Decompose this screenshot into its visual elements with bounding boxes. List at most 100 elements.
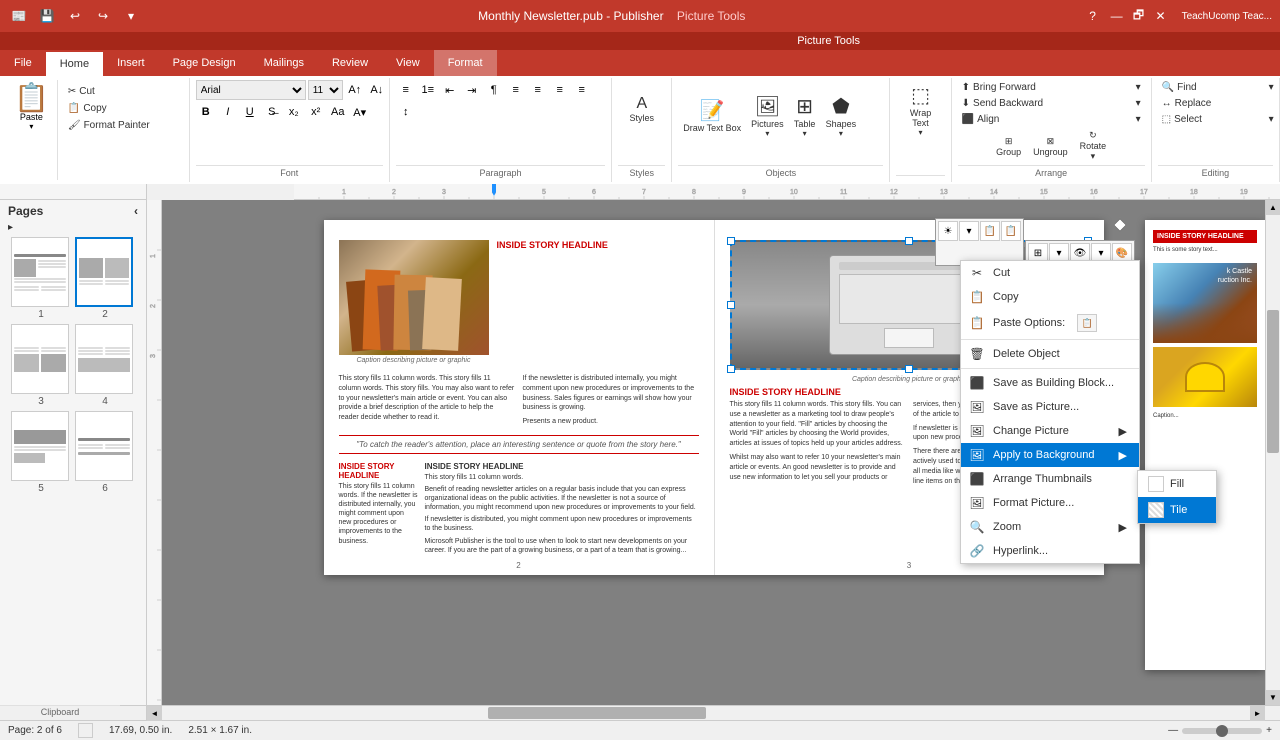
ctx-cut[interactable]: ✂ Cut: [961, 261, 1139, 285]
group-button[interactable]: ⊞Group: [991, 127, 1026, 165]
shapes-button[interactable]: ⬟ Shapes ▾: [821, 87, 862, 145]
restore-button[interactable]: 🗗: [1130, 7, 1148, 25]
collapse-pages-button[interactable]: ‹: [134, 204, 138, 218]
page-thumb-5[interactable]: 5: [11, 411, 71, 494]
scroll-up-button[interactable]: ▲: [1266, 200, 1280, 215]
align-right-button[interactable]: ≡: [550, 80, 570, 100]
undo-button[interactable]: ↩: [64, 5, 86, 27]
page-thumb-img-6[interactable]: [75, 411, 133, 481]
ctx-format-picture[interactable]: 🖼 Format Picture...: [961, 491, 1139, 515]
zoom-slider[interactable]: [1182, 728, 1262, 734]
tab-insert[interactable]: Insert: [103, 50, 159, 76]
ft-copy-button[interactable]: 📋: [980, 221, 1000, 241]
ctx-change-picture[interactable]: 🖼 Change Picture ▶: [961, 419, 1139, 443]
numbering-button[interactable]: 1≡: [418, 80, 438, 100]
ctx-zoom[interactable]: 🔍 Zoom ▶: [961, 515, 1139, 539]
left-page-image[interactable]: Caption describing picture or graphic: [339, 240, 489, 370]
table-button[interactable]: ⊞ Table ▾: [789, 87, 821, 145]
page-thumb-img-3[interactable]: [11, 324, 69, 394]
page-thumb-4[interactable]: 4: [75, 324, 135, 407]
strikethrough-button[interactable]: S̶: [262, 102, 282, 122]
copy-button[interactable]: 📋Copy: [64, 101, 184, 116]
change-case-button[interactable]: Aa: [328, 102, 348, 122]
format-painter-button[interactable]: 🖌Format Painter: [64, 118, 184, 133]
increase-indent-button[interactable]: ⇥: [462, 80, 482, 100]
tab-home[interactable]: Home: [46, 50, 103, 76]
font-family-select[interactable]: Arial: [196, 80, 306, 100]
decrease-indent-button[interactable]: ⇤: [440, 80, 460, 100]
find-button[interactable]: 🔍Find▾: [1158, 80, 1278, 95]
font-color-button[interactable]: A▾: [350, 102, 370, 122]
sub-fill[interactable]: Fill: [1138, 471, 1216, 497]
minimize-button[interactable]: —: [1108, 7, 1126, 25]
ctx-paste-options[interactable]: 📋 Paste Options: 📋: [961, 309, 1139, 337]
ctx-apply-background[interactable]: 🖼 Apply to Background ▶: [961, 443, 1139, 467]
h-scroll-thumb[interactable]: [488, 707, 706, 719]
ctx-hyperlink[interactable]: 🔗 Hyperlink...: [961, 539, 1139, 563]
bold-button[interactable]: B: [196, 102, 216, 122]
rotate-button[interactable]: ↻Rotate▾: [1075, 127, 1112, 165]
superscript-button[interactable]: x²: [306, 102, 326, 122]
page-thumb-img-2[interactable]: [75, 237, 133, 307]
draw-text-box-button[interactable]: 📝 Draw Text Box: [678, 87, 746, 145]
paste-button[interactable]: 📋 Paste ▾: [6, 80, 58, 180]
tab-page-design[interactable]: Page Design: [159, 50, 250, 76]
subscript-button[interactable]: x₂: [284, 102, 304, 122]
tab-view[interactable]: View: [382, 50, 434, 76]
page-thumb-3[interactable]: 3: [11, 324, 71, 407]
bullets-button[interactable]: ≡: [396, 80, 416, 100]
ungroup-button[interactable]: ⊠Ungroup: [1028, 127, 1073, 165]
vertical-scrollbar[interactable]: ▲ ▼: [1265, 200, 1280, 705]
replace-button[interactable]: ↔Replace: [1158, 96, 1278, 111]
zoom-in-button[interactable]: +: [1266, 725, 1272, 736]
ft-sun-button[interactable]: ☀: [938, 221, 958, 241]
styles-button[interactable]: A Styles: [625, 80, 660, 138]
tab-format[interactable]: Format: [434, 50, 497, 76]
select-button[interactable]: ⬚Select▾: [1158, 112, 1278, 127]
ctx-save-picture[interactable]: 🖼 Save as Picture...: [961, 395, 1139, 419]
tab-review[interactable]: Review: [318, 50, 382, 76]
sub-tile[interactable]: Tile: [1138, 497, 1216, 523]
ctx-arrange-thumbnails[interactable]: ⬛ Arrange Thumbnails: [961, 467, 1139, 491]
page-thumb-img-4[interactable]: [75, 324, 133, 394]
scroll-thumb[interactable]: [1267, 310, 1279, 453]
justify-button[interactable]: ≡: [572, 80, 592, 100]
page-thumb-6[interactable]: 6: [75, 411, 135, 494]
ctx-save-building-block[interactable]: ⬛ Save as Building Block...: [961, 371, 1139, 395]
tab-file[interactable]: File: [0, 50, 46, 76]
scroll-left-button[interactable]: ◄: [147, 706, 162, 721]
ft-dropdown1[interactable]: ▾: [959, 221, 979, 241]
page-thumb-img-5[interactable]: [11, 411, 69, 481]
line-spacing-button[interactable]: ↕: [396, 102, 416, 122]
page-thumb-1[interactable]: 1: [11, 237, 71, 320]
wrap-text-button[interactable]: ⬚ Wrap Text ▾: [896, 80, 944, 140]
zoom-thumb[interactable]: [1216, 725, 1228, 737]
bring-forward-button[interactable]: ⬆Bring Forward▾: [958, 80, 1145, 95]
page-thumb-2[interactable]: 2: [75, 237, 135, 320]
scroll-down-button[interactable]: ▼: [1266, 690, 1280, 705]
close-button[interactable]: ✕: [1152, 7, 1170, 25]
customize-qat-button[interactable]: ▾: [120, 5, 142, 27]
ctx-delete-object[interactable]: 🗑 Delete Object: [961, 342, 1139, 366]
decrease-font-button[interactable]: A↓: [367, 80, 387, 100]
ft-paste-button[interactable]: 📋: [1001, 221, 1021, 241]
help-button[interactable]: ?: [1082, 5, 1104, 27]
send-backward-button[interactable]: ⬇Send Backward▾: [958, 96, 1145, 111]
cut-button[interactable]: ✂Cut: [64, 84, 184, 99]
tab-mailings[interactable]: Mailings: [250, 50, 318, 76]
underline-button[interactable]: U: [240, 102, 260, 122]
ctx-copy[interactable]: 📋 Copy: [961, 285, 1139, 309]
scroll-right-button[interactable]: ►: [1250, 706, 1265, 721]
pictures-button[interactable]: 🖼 Pictures ▾: [746, 87, 789, 145]
font-size-select[interactable]: 11: [308, 80, 343, 100]
align-left-button[interactable]: ≡: [506, 80, 526, 100]
zoom-out-button[interactable]: —: [1168, 725, 1178, 736]
align-button[interactable]: ⬛Align▾: [958, 112, 1145, 127]
paste-icon-box[interactable]: 📋: [1077, 314, 1097, 332]
page-thumb-img-1[interactable]: [11, 237, 69, 307]
save-button[interactable]: 💾: [36, 5, 58, 27]
align-center-button[interactable]: ≡: [528, 80, 548, 100]
show-formatting-button[interactable]: ¶: [484, 80, 504, 100]
italic-button[interactable]: I: [218, 102, 238, 122]
redo-button[interactable]: ↪: [92, 5, 114, 27]
